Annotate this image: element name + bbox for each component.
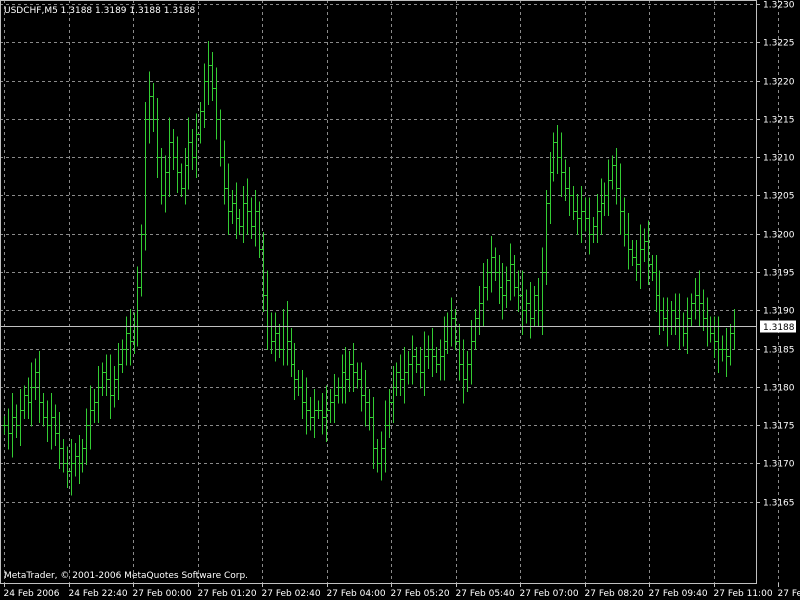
- x-tick-label: 27 Feb 02:40: [262, 589, 321, 599]
- x-tick-label: 27 Feb 05:20: [391, 589, 450, 599]
- x-tick-label: 27 Feb 09:40: [649, 589, 708, 599]
- y-tick-label: 1.3220: [763, 78, 795, 88]
- y-tick-label: 1.3165: [763, 499, 795, 509]
- y-tick-label: 1.3185: [763, 346, 795, 356]
- y-tick-label: 1.3230: [763, 1, 795, 11]
- current-price-label: 1.3188: [763, 323, 795, 333]
- copyright-footer: MetaTrader, © 2001-2006 MetaQuotes Softw…: [4, 571, 248, 581]
- y-tick-label: 1.3225: [763, 39, 795, 49]
- y-tick-label: 1.3215: [763, 116, 795, 126]
- x-tick-label: 27 Feb 00:00: [133, 589, 192, 599]
- x-tick-label: 27 Feb 04:00: [327, 589, 386, 599]
- y-tick-label: 1.3210: [763, 154, 795, 164]
- y-tick-label: 1.3200: [763, 231, 795, 241]
- y-tick-label: 1.3195: [763, 269, 795, 279]
- y-tick-label: 1.3175: [763, 422, 795, 432]
- price-chart: 1.3230 1.3225 1.3220 1.3215 1.3210 1.3205 1.32…: [0, 0, 800, 600]
- x-tick-label: 27 Feb 11:00: [714, 589, 773, 599]
- x-tick-label: 27 Feb 08:20: [585, 589, 644, 599]
- x-tick-label: 27 Feb 01:20: [198, 589, 257, 599]
- y-tick-label: 1.3205: [763, 192, 795, 202]
- y-tick-label: 1.3180: [763, 384, 795, 394]
- x-tick-label: 24 Feb 22:40: [69, 589, 128, 599]
- x-tick-label: 24 Feb 2006: [4, 589, 60, 599]
- x-tick-label: 27 Feb 12:20: [778, 589, 800, 599]
- chart-title: USDCHF,M5 1.3188 1.3189 1.3188 1.3188: [4, 6, 195, 16]
- y-tick-label: 1.3170: [763, 460, 795, 470]
- x-tick-label: 27 Feb 05:40: [456, 589, 515, 599]
- x-tick-label: 27 Feb 07:00: [520, 589, 579, 599]
- y-tick-label: 1.3190: [763, 307, 795, 317]
